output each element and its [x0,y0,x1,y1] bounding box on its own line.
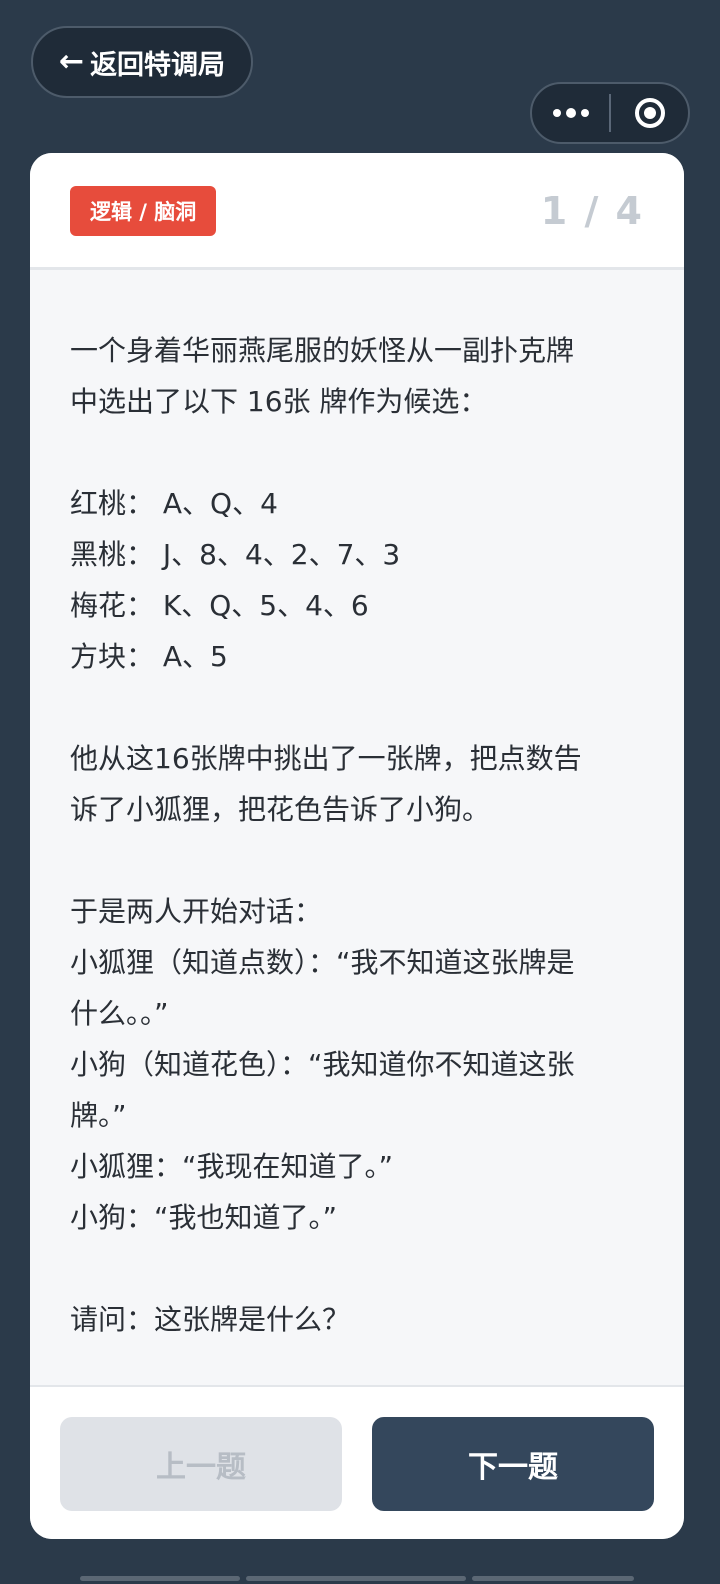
home-indicator-segment [246,1576,466,1581]
question-line: 什么。。” [70,997,169,1030]
card-header: 逻辑 / 脑洞 1 / 4 [30,153,684,270]
home-indicator-segment [472,1576,634,1581]
question-line: 黑桃： J、8、4、2、7、3 [70,538,401,571]
back-button-label: 返回特调局 [90,49,226,81]
arrow-left-icon: ← [58,44,85,79]
question-line: 牌。” [70,1099,127,1132]
question-line: 诉了小狐狸，把花色告诉了小狗。 [70,793,491,826]
question-line: 于是两人开始对话： [70,895,323,928]
question-line: 方块： A、5 [70,640,228,673]
prev-question-button[interactable]: 上一题 [60,1417,342,1511]
more-button[interactable] [532,84,609,142]
back-button[interactable]: ← 返回特调局 [31,26,253,98]
question-card: 逻辑 / 脑洞 1 / 4 一个身着华丽燕尾服的妖怪从一副扑克牌 中选出了以下 1… [30,153,684,1539]
home-indicator-segment [80,1576,240,1581]
mini-program-capsule [530,82,690,144]
question-line: 梅花： K、Q、5、4、6 [70,589,369,622]
question-line: 中选出了以下 16张 牌作为候选： [70,385,488,418]
question-text: 一个身着华丽燕尾服的妖怪从一副扑克牌 中选出了以下 16张 牌作为候选： 红桃： A… [70,325,650,1345]
question-line: 小狐狸：“我现在知道了。” [70,1150,394,1183]
next-question-button[interactable]: 下一题 [372,1417,654,1511]
question-line: 小狗（知道花色）：“我知道你不知道这张 [70,1048,575,1081]
question-line: 红桃： A、Q、4 [70,487,278,520]
question-line: 他从这16张牌中挑出了一张牌，把点数告 [70,742,582,775]
question-line: 小狗：“我也知道了。” [70,1201,338,1234]
close-button[interactable] [611,84,688,142]
card-footer: 上一题 下一题 [30,1385,684,1539]
question-line: 请问：这张牌是什么？ [70,1303,351,1336]
question-line: 一个身着华丽燕尾服的妖怪从一副扑克牌 [70,334,575,367]
question-line: 小狐狸（知道点数）：“我不知道这张牌是 [70,946,575,979]
question-progress: 1 / 4 [540,189,644,233]
target-circle-icon [634,98,665,128]
category-tag: 逻辑 / 脑洞 [70,186,217,236]
more-dots-icon [552,108,589,118]
